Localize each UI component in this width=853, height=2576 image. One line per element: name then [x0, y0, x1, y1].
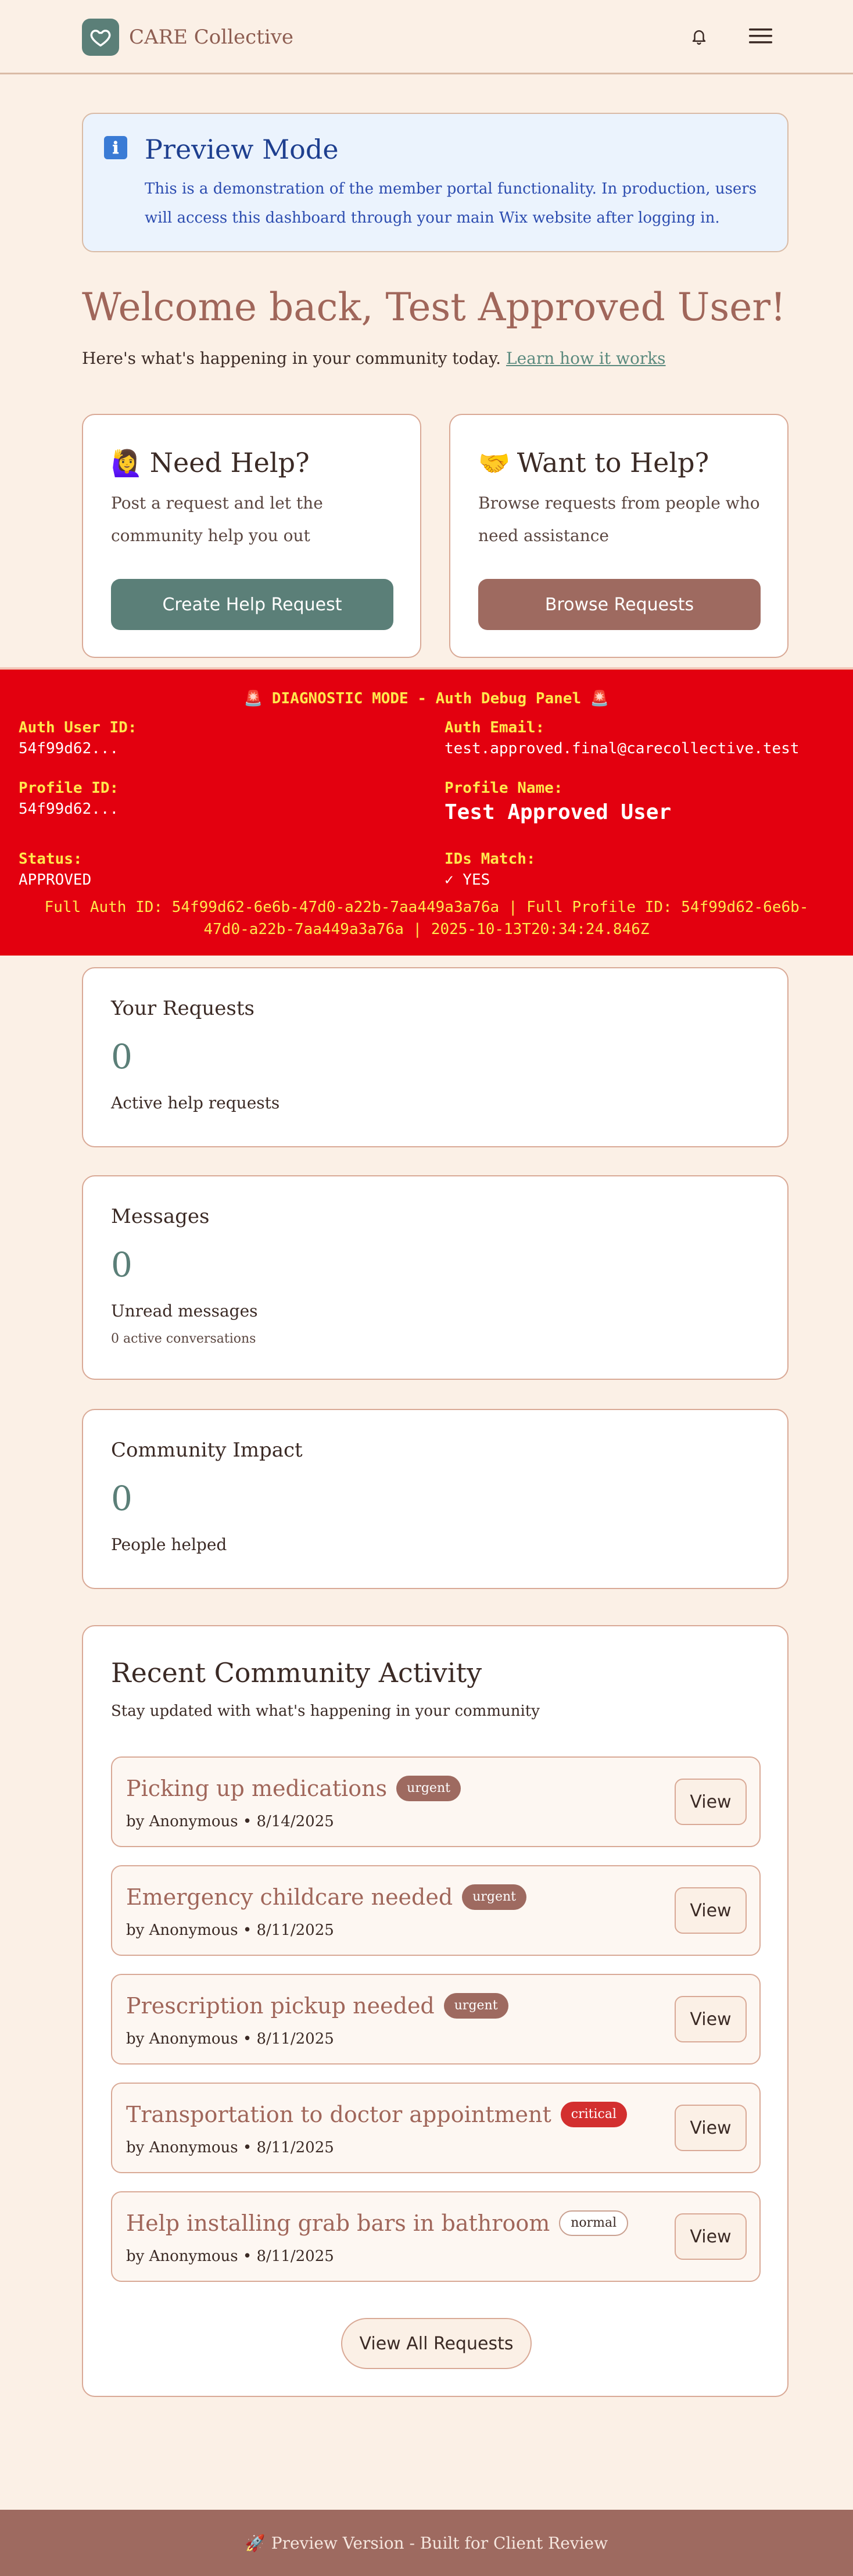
list-item[interactable]: Emergency childcare needed urgent by Ano… — [111, 1865, 761, 1956]
browse-requests-button[interactable]: Browse Requests — [478, 579, 761, 630]
menu-button[interactable] — [748, 26, 773, 46]
notifications-button[interactable] — [689, 24, 709, 48]
auth-user-id-value: 54f99d62... — [19, 740, 119, 757]
want-help-title-row: 🤝 Want to Help? — [478, 443, 709, 484]
handshake-icon: 🤝 — [478, 449, 510, 478]
view-request-button[interactable]: View — [675, 1996, 747, 2042]
bell-icon — [692, 30, 706, 45]
learn-how-link[interactable]: Learn how it works — [506, 349, 666, 368]
community-impact-title: Community Impact — [111, 1439, 303, 1462]
your-requests-title: Your Requests — [111, 997, 255, 1020]
auth-user-id-label: Auth User ID: — [19, 719, 137, 736]
raising-hand-icon: 🙋‍♀️ — [111, 449, 143, 478]
recent-activity-title: Recent Community Activity — [111, 1657, 482, 1688]
debug-title: 🚨 DIAGNOSTIC MODE - Auth Debug Panel 🚨 — [243, 690, 610, 707]
request-meta: by Anonymous • 8/11/2025 — [126, 2139, 334, 2156]
heart-icon — [90, 30, 111, 46]
ids-match-value: ✓ YES — [445, 871, 490, 889]
preview-text: This is a demonstration of the member po… — [145, 180, 757, 227]
want-help-card: 🤝 Want to Help? Browse requests from peop… — [449, 414, 789, 658]
preview-title: Preview Mode — [145, 134, 339, 165]
status-badge: urgent — [462, 1884, 527, 1910]
your-requests-count: 0 — [111, 1037, 132, 1076]
list-item[interactable]: Prescription pickup needed urgent by Ano… — [111, 1974, 761, 2065]
view-request-button[interactable]: View — [675, 2105, 747, 2151]
footer-text: Preview Version - Built for Client Revie… — [271, 2533, 608, 2553]
list-item[interactable]: Help installing grab bars in bathroom no… — [111, 2191, 761, 2282]
site-header: CARE Collective — [0, 0, 853, 74]
want-help-title: Want to Help? — [517, 447, 709, 478]
your-requests-label: Active help requests — [111, 1093, 280, 1112]
messages-card[interactable]: Messages 0 Unread messages 0 active conv… — [82, 1175, 789, 1380]
request-title: Transportation to doctor appointment — [126, 2102, 551, 2127]
request-title-row: Emergency childcare needed urgent — [126, 1881, 527, 1913]
request-title: Picking up medications — [126, 1776, 388, 1801]
status-label: Status: — [19, 850, 83, 868]
request-meta: by Anonymous • 8/11/2025 — [126, 2248, 334, 2265]
community-impact-label: People helped — [111, 1535, 227, 1554]
create-help-request-button[interactable]: Create Help Request — [111, 579, 393, 630]
status-badge: critical — [560, 2102, 627, 2127]
status-badge: urgent — [396, 1776, 461, 1801]
auth-email-label: Auth Email: — [445, 719, 545, 736]
need-help-card: 🙋‍♀️ Need Help? Post a request and let th… — [82, 414, 421, 658]
welcome-subtitle: Here's what's happening in your communit… — [82, 344, 666, 373]
welcome-title: Welcome back, Test Approved User! — [82, 285, 786, 330]
request-title-row: Transportation to doctor appointment cri… — [126, 2099, 627, 2130]
recent-activity-subtitle: Stay updated with what's happening in yo… — [111, 1702, 540, 1720]
auth-debug-panel: 🚨 DIAGNOSTIC MODE - Auth Debug Panel 🚨 A… — [0, 667, 853, 956]
hamburger-menu-icon — [749, 28, 772, 44]
request-title-row: Prescription pickup needed urgent — [126, 1990, 508, 2022]
need-help-title: Need Help? — [149, 447, 310, 478]
view-all-requests-button[interactable]: View All Requests — [341, 2318, 532, 2369]
brand-name[interactable]: CARE Collective — [129, 23, 293, 51]
ids-match-label: IDs Match: — [445, 850, 536, 868]
need-help-title-row: 🙋‍♀️ Need Help? — [111, 443, 310, 484]
community-impact-card[interactable]: Community Impact 0 People helped — [82, 1409, 789, 1589]
info-icon: ℹ — [104, 136, 127, 159]
request-title: Help installing grab bars in bathroom — [126, 2210, 550, 2236]
request-meta: by Anonymous • 8/11/2025 — [126, 2030, 334, 2048]
auth-email-value: test.approved.final@carecollective.test — [445, 740, 800, 757]
want-help-description: Browse requests from people who need ass… — [478, 493, 760, 545]
active-conversations: 0 active conversations — [111, 1332, 256, 1346]
request-meta: by Anonymous • 8/11/2025 — [126, 1922, 334, 1939]
profile-name-label: Profile Name: — [445, 779, 563, 797]
profile-id-value: 54f99d62... — [19, 800, 119, 818]
view-request-button[interactable]: View — [675, 1779, 747, 1825]
list-item[interactable]: Transportation to doctor appointment cri… — [111, 2083, 761, 2173]
request-title: Emergency childcare needed — [126, 1884, 453, 1910]
status-value: APPROVED — [19, 871, 92, 889]
welcome-subtitle-text: Here's what's happening in your communit… — [82, 349, 501, 368]
logo[interactable] — [82, 19, 119, 56]
preview-banner: ℹ Preview Mode This is a demonstration o… — [82, 113, 789, 252]
need-help-description: Post a request and let the community hel… — [111, 493, 323, 545]
community-impact-count: 0 — [111, 1479, 132, 1518]
request-title: Prescription pickup needed — [126, 1993, 435, 2019]
status-badge: normal — [559, 2210, 629, 2236]
profile-name-value: Test Approved User — [445, 800, 672, 824]
profile-id-label: Profile ID: — [19, 779, 119, 797]
request-title-row: Help installing grab bars in bathroom no… — [126, 2208, 629, 2239]
view-request-button[interactable]: View — [675, 2213, 747, 2260]
site-footer: 🚀 Preview Version - Built for Client Rev… — [0, 2510, 853, 2576]
view-request-button[interactable]: View — [675, 1887, 747, 1934]
your-requests-card[interactable]: Your Requests 0 Active help requests — [82, 967, 789, 1147]
rocket-icon: 🚀 — [245, 2533, 266, 2553]
recent-activity-card: Recent Community Activity Stay updated w… — [82, 1625, 789, 2397]
debug-full-ids: Full Auth ID: 54f99d62-6e6b-47d0-a22b-7a… — [44, 899, 809, 938]
messages-label: Unread messages — [111, 1301, 258, 1321]
request-title-row: Picking up medications urgent — [126, 1773, 461, 1804]
messages-title: Messages — [111, 1205, 210, 1228]
list-item[interactable]: Picking up medications urgent by Anonymo… — [111, 1756, 761, 1847]
status-badge: urgent — [443, 1993, 508, 2019]
request-meta: by Anonymous • 8/14/2025 — [126, 1813, 334, 1830]
messages-count: 0 — [111, 1245, 132, 1285]
